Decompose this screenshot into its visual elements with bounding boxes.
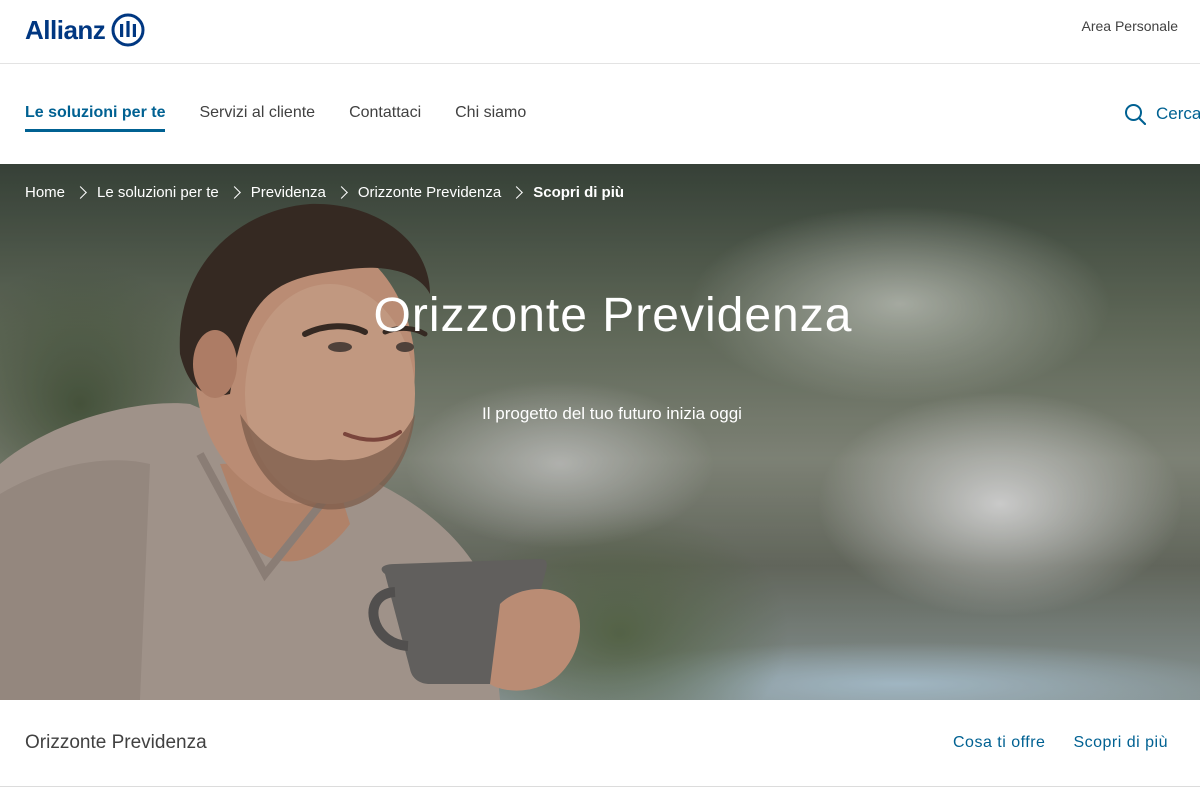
hero-shade <box>0 164 1200 700</box>
chevron-right-icon <box>74 186 87 199</box>
page-subnav: Orizzonte Previdenza Cosa ti offre Scopr… <box>0 700 1200 787</box>
nav-item-chi-siamo[interactable]: Chi siamo <box>455 104 526 124</box>
nav-item-servizi[interactable]: Servizi al cliente <box>199 104 315 124</box>
area-personale-link[interactable]: Area Personale <box>1081 18 1178 34</box>
chevron-right-icon <box>510 186 524 199</box>
nav-item-contattaci[interactable]: Contattaci <box>349 104 421 124</box>
chevron-right-icon <box>334 186 348 199</box>
main-navigation: Le soluzioni per te Servizi al cliente C… <box>0 64 1200 164</box>
breadcrumb-home[interactable]: Home <box>25 184 65 201</box>
breadcrumb-previdenza[interactable]: Previdenza <box>251 184 326 201</box>
breadcrumb-soluzioni[interactable]: Le soluzioni per te <box>97 184 219 201</box>
subnav-title: Orizzonte Previdenza <box>25 732 207 753</box>
hero-title: Orizzonte Previdenza <box>373 289 853 342</box>
subnav-link-scopri-di-piu[interactable]: Scopri di più <box>1073 734 1168 752</box>
subnav-link-cosa-ti-offre[interactable]: Cosa ti offre <box>953 734 1045 752</box>
search-button[interactable]: Cerca <box>1124 103 1200 125</box>
hero-subtitle: Il progetto del tuo futuro inizia oggi <box>482 404 742 423</box>
top-bar: Allianz Area Personale <box>0 0 1200 64</box>
search-icon <box>1125 104 1146 125</box>
logo-wordmark: Allianz <box>25 14 106 45</box>
search-label: Cerca <box>1156 104 1200 123</box>
breadcrumb-orizzonte[interactable]: Orizzonte Previdenza <box>358 184 501 201</box>
nav-item-soluzioni[interactable]: Le soluzioni per te <box>25 104 166 132</box>
breadcrumb: Home Le soluzioni per te Previdenza Oriz… <box>25 184 624 201</box>
subnav-links: Cosa ti offre Scopri di più <box>953 734 1168 752</box>
allianz-eagle-icon <box>111 13 145 47</box>
hero-banner: Home Le soluzioni per te Previdenza Oriz… <box>0 164 1200 700</box>
allianz-logo[interactable]: Allianz <box>25 12 145 48</box>
breadcrumb-current: Scopri di più <box>533 184 625 201</box>
chevron-right-icon <box>227 186 241 199</box>
